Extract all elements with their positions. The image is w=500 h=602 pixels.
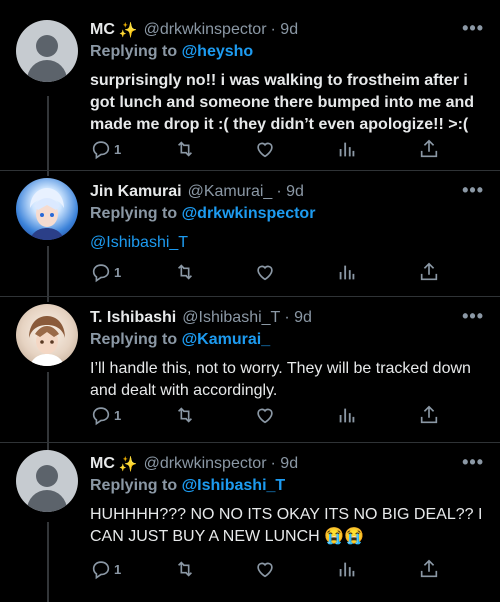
- replying-to-mention[interactable]: @Ishibashi_T: [182, 477, 286, 494]
- tweet-text: I’ll handle this, not to worry. They wil…: [90, 360, 471, 399]
- share-button[interactable]: [418, 403, 440, 427]
- tweet-text: HUHHHH??? NO NO ITS OKAY ITS NO BIG DEAL…: [90, 506, 483, 545]
- share-icon: [420, 262, 438, 281]
- share-icon: [420, 559, 438, 578]
- retweet-button[interactable]: [174, 403, 196, 427]
- tweet[interactable]: MC ✨ @drkwkinspector · 9d ••• Replying t…: [0, 443, 500, 602]
- like-button[interactable]: [254, 403, 276, 427]
- replying-to: Replying to @heysho: [90, 43, 484, 64]
- heart-icon: [257, 408, 273, 424]
- retweet-button[interactable]: [174, 137, 196, 161]
- reply-icon: [92, 264, 110, 283]
- share-button[interactable]: [418, 557, 440, 581]
- like-button[interactable]: [254, 260, 276, 284]
- tweet[interactable]: Jin Kamurai @Kamurai_ · 9d ••• Replying …: [0, 171, 500, 296]
- reply-count: 1: [114, 561, 122, 577]
- share-icon: [420, 139, 438, 158]
- analytics-button[interactable]: [336, 557, 358, 581]
- tweet[interactable]: T. Ishibashi @Ishibashi_T · 9d ••• Reply…: [0, 297, 500, 442]
- more-options-icon[interactable]: •••: [462, 306, 484, 327]
- display-name[interactable]: Jin Kamurai: [90, 183, 182, 201]
- retweet-icon: [177, 561, 193, 577]
- avatar[interactable]: [16, 304, 78, 366]
- anime-avatar-icon: [29, 316, 65, 366]
- display-name[interactable]: MC: [90, 21, 115, 39]
- more-options-icon[interactable]: •••: [462, 180, 484, 201]
- tweet-body: HUHHHH??? NO NO ITS OKAY ITS NO BIG DEAL…: [90, 504, 484, 548]
- analytics-button[interactable]: [336, 137, 358, 161]
- timestamp[interactable]: · 9d: [271, 455, 299, 473]
- analytics-button[interactable]: [336, 403, 358, 427]
- sparkle-badge: ✨: [118, 22, 138, 39]
- display-name[interactable]: MC: [90, 455, 115, 473]
- analytics-button[interactable]: [336, 260, 358, 284]
- display-name[interactable]: T. Ishibashi: [90, 309, 176, 327]
- heart-icon: [257, 265, 273, 281]
- replying-label: Replying to: [90, 477, 178, 494]
- analytics-icon: [339, 142, 355, 157]
- retweet-button[interactable]: [174, 557, 196, 581]
- retweet-icon: [177, 264, 193, 280]
- handle[interactable]: @Kamurai_: [188, 183, 273, 201]
- replying-label: Replying to: [90, 205, 178, 222]
- reply-icon: [92, 407, 110, 426]
- replying-to-mention[interactable]: @drkwkinspector: [182, 205, 316, 222]
- replying-to: Replying to @drkwkinspector: [90, 205, 484, 226]
- timestamp[interactable]: · 9d: [271, 21, 299, 39]
- tweet-text: surprisingly no!! i was walking to frost…: [90, 72, 475, 133]
- analytics-icon: [339, 562, 355, 577]
- avatar[interactable]: [16, 178, 78, 240]
- replying-to: Replying to @Ishibashi_T: [90, 477, 484, 498]
- like-button[interactable]: [254, 137, 276, 161]
- analytics-icon: [339, 408, 355, 423]
- replying-to-mention[interactable]: @heysho: [182, 43, 254, 60]
- reply-count: 1: [114, 407, 122, 423]
- share-icon: [420, 405, 438, 424]
- avatar[interactable]: [16, 450, 78, 512]
- reply-button[interactable]: 1: [90, 260, 121, 284]
- like-button[interactable]: [254, 557, 276, 581]
- reply-icon: [92, 141, 110, 160]
- retweet-button[interactable]: [174, 260, 196, 284]
- reply-icon: [92, 561, 110, 580]
- reply-button[interactable]: 1: [90, 137, 121, 161]
- replying-to: Replying to @Kamurai_: [90, 331, 484, 352]
- more-options-icon[interactable]: •••: [462, 18, 484, 39]
- crying-emoji: 😭😭: [324, 528, 364, 545]
- replying-to-mention[interactable]: @Kamurai_: [182, 331, 271, 348]
- replying-label: Replying to: [90, 331, 178, 348]
- replying-label: Replying to: [90, 43, 178, 60]
- analytics-icon: [339, 265, 355, 280]
- sparkle-badge: ✨: [118, 456, 138, 473]
- tweet[interactable]: MC ✨ @drkwkinspector · 9d ••• Replying t…: [0, 0, 500, 170]
- handle[interactable]: @drkwkinspector: [144, 21, 267, 39]
- retweet-icon: [177, 141, 193, 157]
- heart-icon: [257, 142, 273, 158]
- avatar[interactable]: [16, 20, 78, 82]
- timestamp[interactable]: · 9d: [284, 309, 312, 327]
- timestamp[interactable]: · 9d: [276, 183, 304, 201]
- retweet-icon: [177, 407, 193, 423]
- reply-button[interactable]: 1: [90, 557, 121, 581]
- handle[interactable]: @Ishibashi_T: [182, 309, 280, 327]
- reply-count: 1: [114, 141, 122, 157]
- share-button[interactable]: [418, 260, 440, 284]
- share-button[interactable]: [418, 137, 440, 161]
- reply-count: 1: [114, 264, 122, 280]
- anime-avatar-icon: [30, 188, 64, 240]
- tweet-mention[interactable]: @Ishibashi_T: [90, 234, 188, 251]
- handle[interactable]: @drkwkinspector: [144, 455, 267, 473]
- more-options-icon[interactable]: •••: [462, 452, 484, 473]
- heart-icon: [257, 562, 273, 578]
- reply-button[interactable]: 1: [90, 403, 121, 427]
